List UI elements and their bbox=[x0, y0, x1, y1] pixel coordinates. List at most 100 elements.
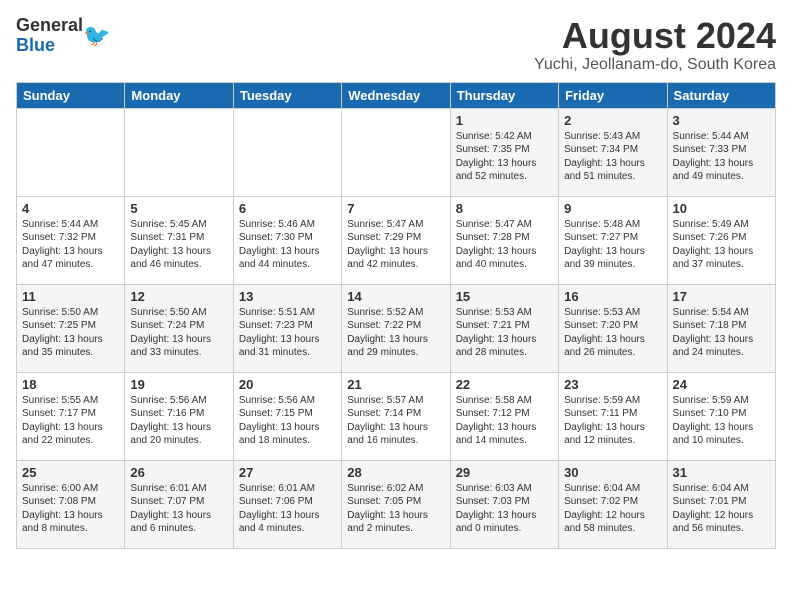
day-number: 2 bbox=[564, 113, 661, 128]
day-info: Sunrise: 5:55 AMSunset: 7:17 PMDaylight:… bbox=[22, 394, 119, 448]
logo-blue-text: Blue bbox=[16, 35, 55, 55]
day-number: 19 bbox=[130, 377, 227, 392]
calendar-cell: 28 Sunrise: 6:02 AMSunset: 7:05 PMDayligh… bbox=[342, 460, 450, 548]
day-info: Sunrise: 5:46 AMSunset: 7:30 PMDaylight:… bbox=[239, 218, 336, 272]
calendar-week-row: 25Sunrise: 6:00 AMSunset: 7:08 PMDayligh… bbox=[17, 460, 776, 548]
day-info: Sunrise: 5:53 AMSunset: 7:20 PMDaylight:… bbox=[564, 306, 661, 360]
calendar-cell: 2 Sunrise: 5:43 AMSunset: 7:34 PMDaylight… bbox=[559, 108, 667, 196]
day-info: Sunrise: 5:47 AMSunset: 7:29 PMDaylight:… bbox=[347, 218, 444, 272]
day-number: 1 bbox=[456, 113, 553, 128]
day-info: Sunrise: 5:56 AMSunset: 7:16 PMDaylight:… bbox=[130, 394, 227, 448]
calendar-cell: 9 Sunrise: 5:48 AMSunset: 7:27 PMDaylight… bbox=[559, 196, 667, 284]
day-info: Sunrise: 5:45 AMSunset: 7:31 PMDaylight:… bbox=[130, 218, 227, 272]
day-info: Sunrise: 5:50 AMSunset: 7:25 PMDaylight:… bbox=[22, 306, 119, 360]
day-number: 26 bbox=[130, 465, 227, 480]
calendar-cell: 3 Sunrise: 5:44 AMSunset: 7:33 PMDaylight… bbox=[667, 108, 775, 196]
header-thursday: Thursday bbox=[450, 82, 558, 108]
calendar-table: SundayMondayTuesdayWednesdayThursdayFrid… bbox=[16, 82, 776, 549]
calendar-header-row: SundayMondayTuesdayWednesdayThursdayFrid… bbox=[17, 82, 776, 108]
day-info: Sunrise: 5:54 AMSunset: 7:18 PMDaylight:… bbox=[673, 306, 770, 360]
day-number: 14 bbox=[347, 289, 444, 304]
header-saturday: Saturday bbox=[667, 82, 775, 108]
day-number: 27 bbox=[239, 465, 336, 480]
calendar-week-row: 11Sunrise: 5:50 AMSunset: 7:25 PMDayligh… bbox=[17, 284, 776, 372]
day-number: 4 bbox=[22, 201, 119, 216]
day-number: 30 bbox=[564, 465, 661, 480]
calendar-cell: 18Sunrise: 5:55 AMSunset: 7:17 PMDayligh… bbox=[17, 372, 125, 460]
day-info: Sunrise: 5:59 AMSunset: 7:10 PMDaylight:… bbox=[673, 394, 770, 448]
calendar-cell bbox=[342, 108, 450, 196]
day-number: 7 bbox=[347, 201, 444, 216]
day-number: 5 bbox=[130, 201, 227, 216]
calendar-cell: 5 Sunrise: 5:45 AMSunset: 7:31 PMDaylight… bbox=[125, 196, 233, 284]
calendar-cell bbox=[125, 108, 233, 196]
calendar-cell: 17 Sunrise: 5:54 AMSunset: 7:18 PMDayligh… bbox=[667, 284, 775, 372]
calendar-cell: 14 Sunrise: 5:52 AMSunset: 7:22 PMDayligh… bbox=[342, 284, 450, 372]
header-tuesday: Tuesday bbox=[233, 82, 341, 108]
calendar-cell: 30 Sunrise: 6:04 AMSunset: 7:02 PMDayligh… bbox=[559, 460, 667, 548]
day-info: Sunrise: 6:00 AMSunset: 7:08 PMDaylight:… bbox=[22, 482, 119, 536]
title-area: August 2024 Yuchi, Jeollanam-do, South K… bbox=[534, 16, 776, 74]
day-number: 17 bbox=[673, 289, 770, 304]
day-info: Sunrise: 5:42 AMSunset: 7:35 PMDaylight:… bbox=[456, 130, 553, 184]
day-info: Sunrise: 6:01 AMSunset: 7:07 PMDaylight:… bbox=[130, 482, 227, 536]
day-number: 6 bbox=[239, 201, 336, 216]
day-info: Sunrise: 5:44 AMSunset: 7:32 PMDaylight:… bbox=[22, 218, 119, 272]
calendar-week-row: 4 Sunrise: 5:44 AMSunset: 7:32 PMDaylight… bbox=[17, 196, 776, 284]
calendar-cell: 1 Sunrise: 5:42 AMSunset: 7:35 PMDaylight… bbox=[450, 108, 558, 196]
calendar-cell: 15Sunrise: 5:53 AMSunset: 7:21 PMDayligh… bbox=[450, 284, 558, 372]
calendar-cell: 4 Sunrise: 5:44 AMSunset: 7:32 PMDaylight… bbox=[17, 196, 125, 284]
day-info: Sunrise: 5:43 AMSunset: 7:34 PMDaylight:… bbox=[564, 130, 661, 184]
calendar-cell: 31Sunrise: 6:04 AMSunset: 7:01 PMDayligh… bbox=[667, 460, 775, 548]
day-info: Sunrise: 6:02 AMSunset: 7:05 PMDaylight:… bbox=[347, 482, 444, 536]
calendar-cell: 24 Sunrise: 5:59 AMSunset: 7:10 PMDayligh… bbox=[667, 372, 775, 460]
calendar-cell: 6 Sunrise: 5:46 AMSunset: 7:30 PMDaylight… bbox=[233, 196, 341, 284]
calendar-cell: 19 Sunrise: 5:56 AMSunset: 7:16 PMDayligh… bbox=[125, 372, 233, 460]
day-info: Sunrise: 5:59 AMSunset: 7:11 PMDaylight:… bbox=[564, 394, 661, 448]
header-friday: Friday bbox=[559, 82, 667, 108]
day-number: 28 bbox=[347, 465, 444, 480]
logo: General Blue 🐦 bbox=[16, 16, 110, 56]
day-info: Sunrise: 5:57 AMSunset: 7:14 PMDaylight:… bbox=[347, 394, 444, 448]
day-info: Sunrise: 6:04 AMSunset: 7:01 PMDaylight:… bbox=[673, 482, 770, 536]
header-sunday: Sunday bbox=[17, 82, 125, 108]
day-info: Sunrise: 5:44 AMSunset: 7:33 PMDaylight:… bbox=[673, 130, 770, 184]
day-number: 24 bbox=[673, 377, 770, 392]
day-info: Sunrise: 5:50 AMSunset: 7:24 PMDaylight:… bbox=[130, 306, 227, 360]
calendar-cell: 12 Sunrise: 5:50 AMSunset: 7:24 PMDayligh… bbox=[125, 284, 233, 372]
calendar-week-row: 18Sunrise: 5:55 AMSunset: 7:17 PMDayligh… bbox=[17, 372, 776, 460]
day-info: Sunrise: 5:53 AMSunset: 7:21 PMDaylight:… bbox=[456, 306, 553, 360]
calendar-week-row: 1 Sunrise: 5:42 AMSunset: 7:35 PMDaylight… bbox=[17, 108, 776, 196]
calendar-cell: 22 Sunrise: 5:58 AMSunset: 7:12 PMDayligh… bbox=[450, 372, 558, 460]
day-info: Sunrise: 5:51 AMSunset: 7:23 PMDaylight:… bbox=[239, 306, 336, 360]
calendar-cell: 23Sunrise: 5:59 AMSunset: 7:11 PMDayligh… bbox=[559, 372, 667, 460]
header-monday: Monday bbox=[125, 82, 233, 108]
day-number: 22 bbox=[456, 377, 553, 392]
day-info: Sunrise: 6:04 AMSunset: 7:02 PMDaylight:… bbox=[564, 482, 661, 536]
day-info: Sunrise: 6:01 AMSunset: 7:06 PMDaylight:… bbox=[239, 482, 336, 536]
calendar-cell: 10Sunrise: 5:49 AMSunset: 7:26 PMDayligh… bbox=[667, 196, 775, 284]
logo-general-text: General bbox=[16, 15, 83, 35]
location-subtitle: Yuchi, Jeollanam-do, South Korea bbox=[534, 56, 776, 74]
day-number: 9 bbox=[564, 201, 661, 216]
day-number: 12 bbox=[130, 289, 227, 304]
calendar-cell: 16Sunrise: 5:53 AMSunset: 7:20 PMDayligh… bbox=[559, 284, 667, 372]
day-number: 3 bbox=[673, 113, 770, 128]
page-header: General Blue 🐦 August 2024 Yuchi, Jeolla… bbox=[16, 16, 776, 74]
calendar-cell: 8Sunrise: 5:47 AMSunset: 7:28 PMDaylight… bbox=[450, 196, 558, 284]
day-info: Sunrise: 5:56 AMSunset: 7:15 PMDaylight:… bbox=[239, 394, 336, 448]
calendar-cell: 7 Sunrise: 5:47 AMSunset: 7:29 PMDaylight… bbox=[342, 196, 450, 284]
calendar-cell: 20Sunrise: 5:56 AMSunset: 7:15 PMDayligh… bbox=[233, 372, 341, 460]
day-number: 10 bbox=[673, 201, 770, 216]
calendar-cell bbox=[17, 108, 125, 196]
calendar-cell: 25Sunrise: 6:00 AMSunset: 7:08 PMDayligh… bbox=[17, 460, 125, 548]
day-info: Sunrise: 5:52 AMSunset: 7:22 PMDaylight:… bbox=[347, 306, 444, 360]
header-wednesday: Wednesday bbox=[342, 82, 450, 108]
day-info: Sunrise: 5:48 AMSunset: 7:27 PMDaylight:… bbox=[564, 218, 661, 272]
logo-bird-icon: 🐦 bbox=[83, 23, 110, 49]
day-number: 21 bbox=[347, 377, 444, 392]
calendar-cell bbox=[233, 108, 341, 196]
day-info: Sunrise: 5:58 AMSunset: 7:12 PMDaylight:… bbox=[456, 394, 553, 448]
calendar-cell: 27 Sunrise: 6:01 AMSunset: 7:06 PMDayligh… bbox=[233, 460, 341, 548]
calendar-cell: 11Sunrise: 5:50 AMSunset: 7:25 PMDayligh… bbox=[17, 284, 125, 372]
